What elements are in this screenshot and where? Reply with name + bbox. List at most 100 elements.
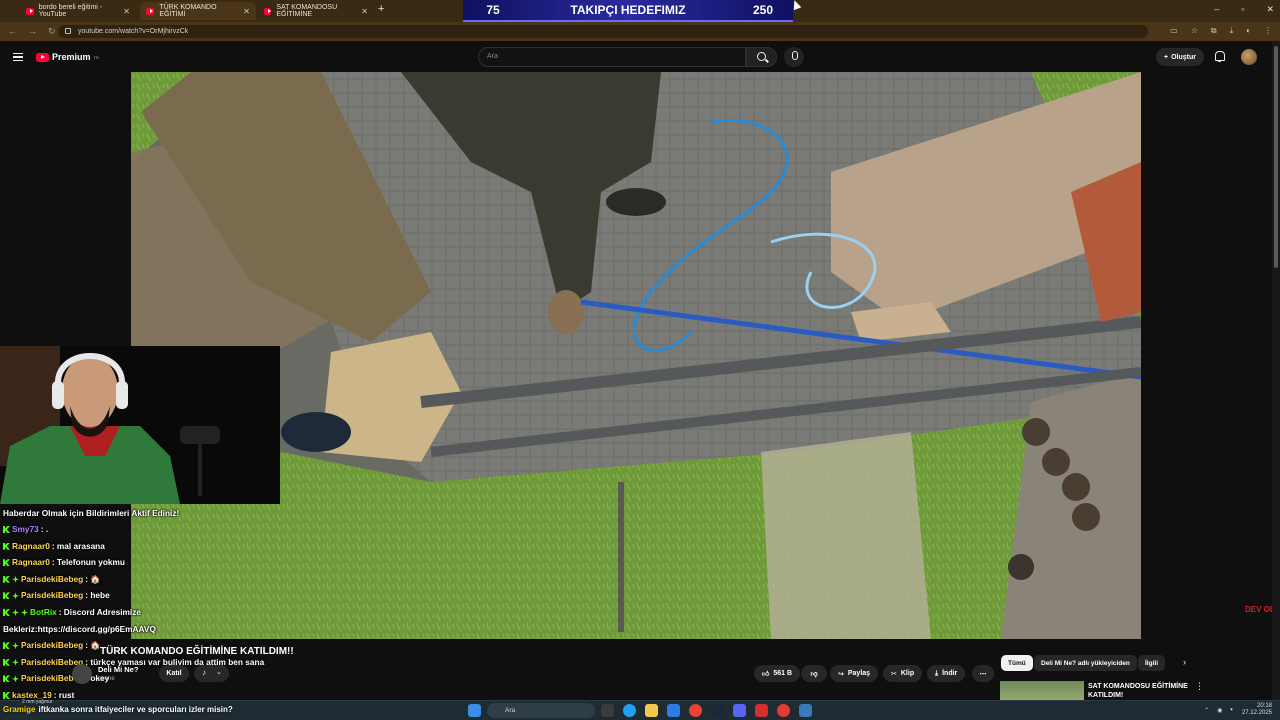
chat-message: ParisdekiBebeg: 🏠 [3,574,101,585]
discord-icon[interactable] [733,704,746,717]
edge-icon[interactable] [623,704,636,717]
menu-icon[interactable]: ⋮ [1264,26,1272,36]
chevron-up-icon[interactable]: ⌃ [1204,707,1209,714]
join-button[interactable]: Katıl [159,665,189,682]
bot-badge-icon [21,609,28,616]
share-button[interactable]: ↪ Paylaş [830,665,879,682]
close-tab-icon[interactable]: ✕ [123,7,130,16]
taskbar-search-text: Ara [505,707,516,714]
store-icon[interactable] [667,704,680,717]
maximize-icon[interactable]: ▫ [1241,4,1244,15]
chat-message: BotRix: Discord Adresimize [3,607,141,617]
goal-current: 75 [486,3,500,17]
tab-title: bordo bereli eğitimi - YouTube [38,4,103,18]
steam-icon[interactable] [711,704,724,717]
settings-icon[interactable] [799,704,812,717]
logo-country: TR [93,54,99,60]
clip-button[interactable]: ✂ Klip [883,665,923,682]
chat-announcement: Haberdar Olmak için Bildirimleri Aktif E… [3,508,180,518]
scrollbar-thumb[interactable] [1274,46,1278,268]
chat-text: : rust [53,690,75,700]
chat-message: ParisdekiBebeg: 🏠 [3,640,101,651]
profile-icon[interactable]: ◐ [1246,26,1251,36]
chip-uploader[interactable]: Deli Mi Ne? adlı yükleyiciden [1034,655,1137,671]
bell-icon: ♪ [202,668,206,677]
chevron-down-icon: ⌄ [216,669,222,676]
chat-message: Smy73: . [3,524,48,534]
system-tray: ⌃ ◉ 🔈︎ 20:18 27.12.2025 [1204,703,1272,717]
app-icon[interactable] [755,704,768,717]
file-explorer-icon[interactable] [645,704,658,717]
recommended-video-thumbnail[interactable] [1000,681,1084,700]
stream-chat-overlay: Haberdar Olmak için Bildirimleri Aktif E… [0,507,300,707]
search-button[interactable] [746,47,777,67]
windows-start-icon[interactable] [468,704,481,717]
chat-text: : Discord Adresimize [58,607,141,617]
voice-search-icon[interactable] [784,47,804,67]
dislike-button[interactable]: 👎︎ [801,665,827,682]
task-view-icon[interactable] [601,704,614,717]
close-tab-icon[interactable]: ✕ [243,7,250,16]
youtube-premium-logo[interactable]: Premium TR [36,52,99,62]
browser-tab-1[interactable]: bordo bereli eğitimi - YouTube ✕ [20,2,136,20]
notifications-bell-icon[interactable] [1214,51,1225,62]
webcam-frame [0,346,280,504]
recommended-video-title[interactable]: SAT KOMANDOSU EĞİTİMİNE KATILDIM! [1088,682,1188,700]
back-icon[interactable]: ← [8,26,17,37]
chip-related[interactable]: İlgili [1138,655,1165,671]
volume-icon[interactable]: 🔈︎ [1230,707,1234,714]
subscribed-bell-button[interactable]: ♪ ⌄ [194,665,229,682]
create-button[interactable]: + Oluştur [1156,48,1204,66]
goal-label: TAKIPÇI HEDEFIMIZ [570,3,686,17]
site-info-icon[interactable] [65,28,71,34]
chevron-right-icon[interactable]: › [1183,657,1186,667]
game-icon[interactable] [777,704,790,717]
star-badge-icon [12,675,19,683]
user-avatar[interactable] [1241,49,1257,65]
cast-icon[interactable]: ▭ [1170,26,1178,36]
youtube-favicon-icon [146,7,155,15]
new-tab-button[interactable]: + [378,3,384,15]
download-arrow-icon: ⤓ [935,669,939,677]
star-badge-icon [12,609,19,616]
more-actions-button[interactable]: ⋯ [972,665,994,682]
close-window-icon[interactable]: ✕ [1266,4,1274,15]
download-icon[interactable]: ⤓ [1230,26,1234,36]
address-bar[interactable]: youtube.com/watch?v=OrMjhirvzCk [58,25,1148,38]
chat-username: BotRix [30,607,57,617]
clock[interactable]: 20:18 27.12.2025 [1242,703,1272,717]
chat-message: Ragnaar0: mal arasana [3,541,105,551]
thumbs-down-icon: 👎︎ [810,671,818,678]
chat-text: Bekleriz:https://discord.gg/p6EmAAVQ [3,623,156,634]
extensions-icon[interactable]: ⧉ [1211,26,1217,36]
network-icon[interactable]: ◉ [1217,707,1222,714]
browser-tab-3[interactable]: SAT KOMANDOSU EĞİTİMİNE ✕ [258,2,374,20]
chat-username: Ragnaar0 [12,540,50,551]
forward-icon[interactable]: → [28,26,37,37]
close-tab-icon[interactable]: ✕ [361,7,368,16]
chat-text: : mal arasana [51,540,105,551]
tab-title: SAT KOMANDOSU EĞİTİMİNE [276,4,338,18]
chat-username: ParisdekiBebeg [21,590,84,601]
browser-tab-2[interactable]: TÜRK KOMANDO EĞİTİMİ ✕ [140,2,256,20]
hamburger-menu-icon[interactable] [13,53,23,61]
bookmark-star-icon[interactable]: ☆ [1191,26,1198,36]
search-input[interactable]: Ara [478,47,746,67]
kick-badge-icon [3,642,10,650]
star-badge-icon [12,592,19,600]
plus-icon: + [1164,53,1169,61]
taskbar-search[interactable]: Ara [487,703,595,718]
like-button[interactable]: 👍︎ 561 B [754,665,801,682]
chrome-icon[interactable] [689,704,702,717]
channel-avatar[interactable] [72,664,92,684]
chip-all[interactable]: Tümü [1001,655,1033,671]
tab-title: TÜRK KOMANDO EĞİTİMİ [159,4,217,18]
logo-text: Premium [52,52,91,62]
channel-name[interactable]: Deli Mi Ne? [98,665,138,674]
download-button[interactable]: ⤓ İndir [927,665,966,682]
more-vertical-icon[interactable]: ⋮ [1195,681,1204,692]
kick-badge-icon [3,675,10,683]
minimize-icon[interactable]: – [1214,4,1219,15]
goal-target: 250 [752,3,774,17]
reload-icon[interactable]: ↻ [48,26,56,37]
